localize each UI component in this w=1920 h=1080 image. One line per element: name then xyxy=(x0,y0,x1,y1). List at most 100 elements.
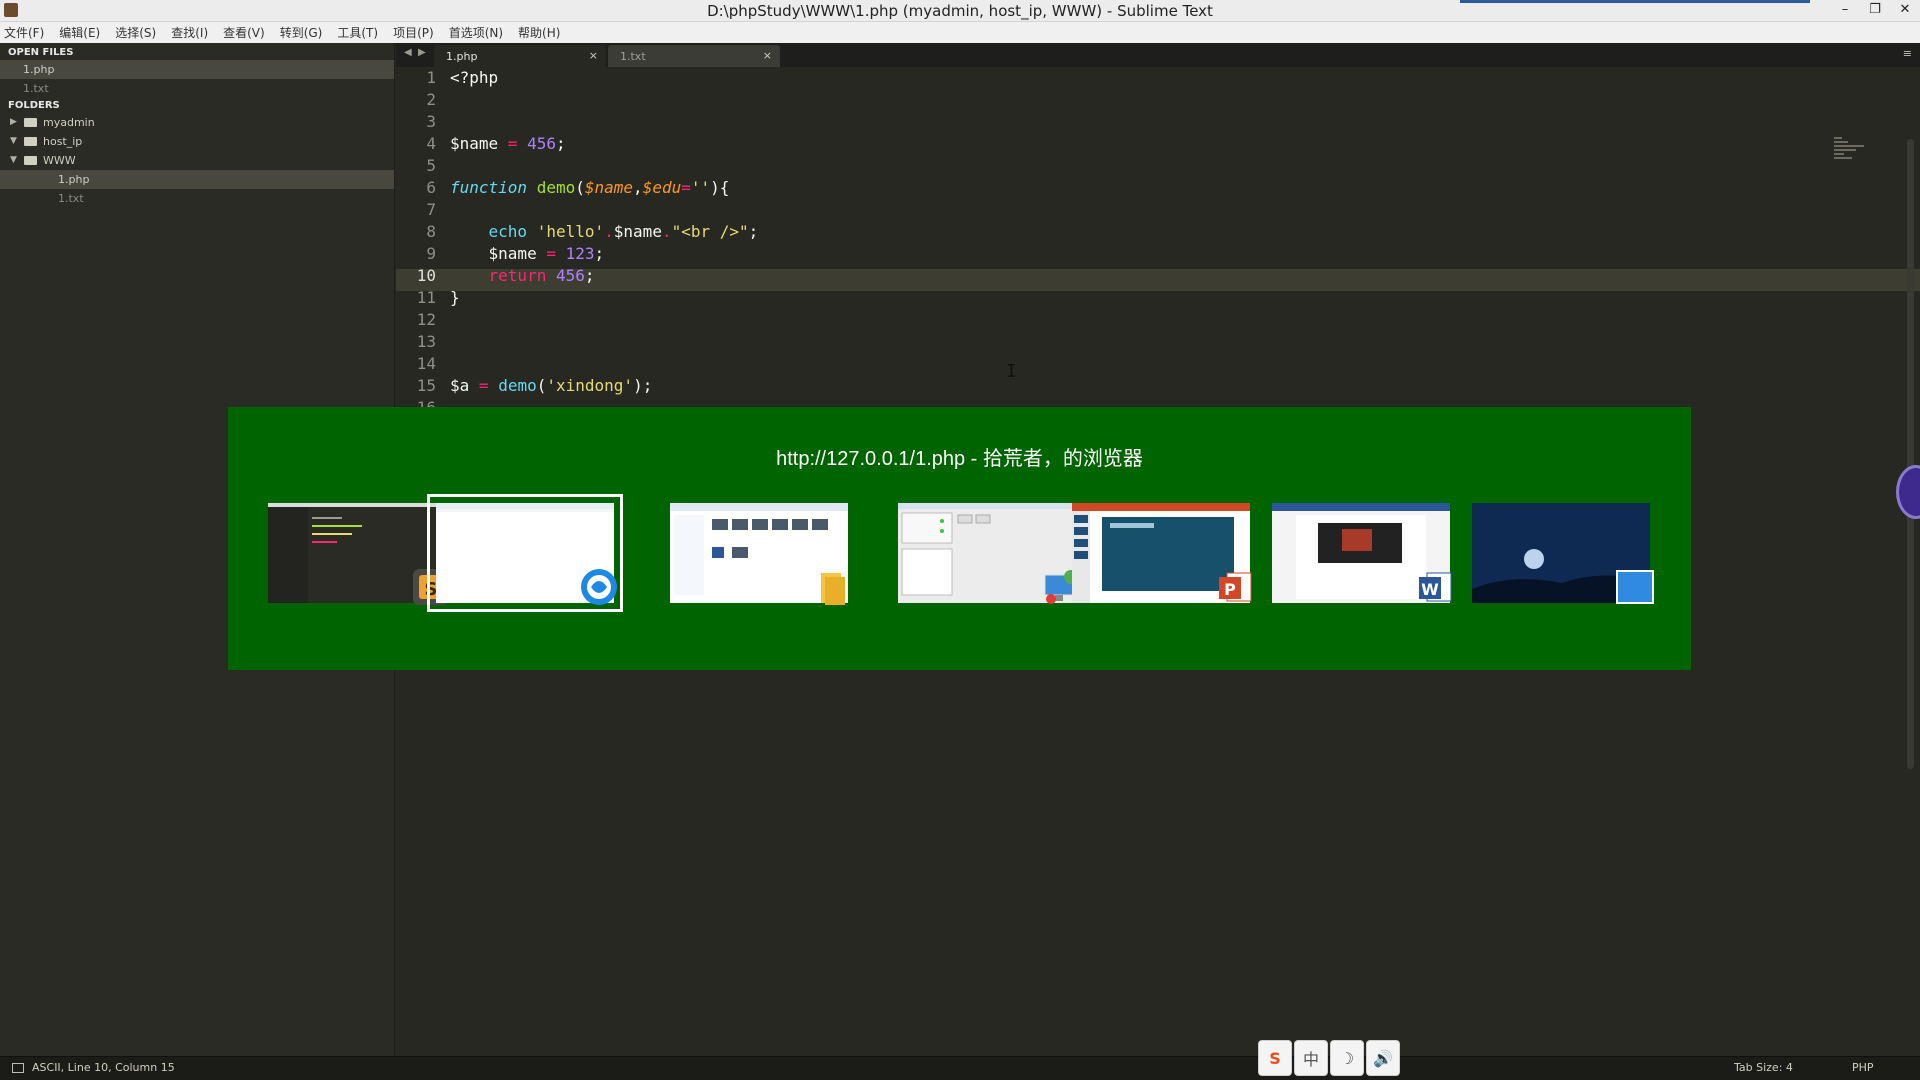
code-token: 'xindong' xyxy=(546,376,634,395)
folder-item-host-ip[interactable]: ▼ host_ip xyxy=(0,132,394,151)
code-line: $name = 123; xyxy=(450,243,605,265)
switcher-window-phpstudy[interactable] xyxy=(898,503,1078,604)
expand-arrow-icon[interactable]: ▶ xyxy=(10,113,17,132)
chinese-mode-toggle[interactable]: 中 xyxy=(1294,1040,1328,1076)
menu-find[interactable]: 查找(I) xyxy=(171,24,208,41)
menu-tools[interactable]: 工具(T) xyxy=(337,24,378,41)
menu-file[interactable]: 文件(F) xyxy=(4,24,44,41)
folder-open-icon xyxy=(24,156,37,165)
minimize-button[interactable]: – xyxy=(1830,0,1860,22)
menu-view[interactable]: 查看(V) xyxy=(223,24,265,41)
code-token: ); xyxy=(633,376,653,395)
menu-edit[interactable]: 编辑(E) xyxy=(59,24,100,41)
file-item[interactable]: 1.php xyxy=(0,170,394,189)
switcher-window-explorer[interactable] xyxy=(670,503,848,605)
code-token: '' xyxy=(690,178,711,197)
switcher-window-browser[interactable] xyxy=(427,494,623,612)
tab-size-indicator[interactable]: Tab Size: 4 xyxy=(1734,1061,1793,1074)
file-item[interactable]: 1.txt xyxy=(0,189,394,208)
line-number: 2 xyxy=(426,90,436,109)
code-token: return xyxy=(488,266,547,285)
switcher-window-word[interactable]: W xyxy=(1272,503,1452,603)
menu-project[interactable]: 项目(P) xyxy=(393,24,434,41)
word-icon: W xyxy=(1419,572,1452,602)
tab-close-icon[interactable]: × xyxy=(763,49,772,62)
code-token: $name xyxy=(488,244,547,263)
code-line: echo 'hello'.$name."<br />"; xyxy=(450,221,759,243)
code-token: } xyxy=(450,288,460,307)
line-number: 3 xyxy=(426,112,436,131)
line-number: 13 xyxy=(416,332,436,351)
menu-goto[interactable]: 转到(G) xyxy=(280,24,323,41)
code-token: $name xyxy=(450,134,508,153)
vertical-scrollbar[interactable] xyxy=(1907,139,1914,769)
code-line: } xyxy=(450,287,460,309)
window-controls: – ❐ ✕ xyxy=(1830,0,1920,22)
desktop-icon xyxy=(1616,570,1654,604)
svg-text:W: W xyxy=(1421,580,1439,599)
switcher-window-sublime[interactable]: S xyxy=(268,503,449,605)
status-bar: ASCII, Line 10, Column 15 Tab Size: 4 PH… xyxy=(0,1056,1920,1080)
open-file-label: 1.php xyxy=(23,63,55,76)
folder-label: WWW xyxy=(43,154,76,167)
folder-open-icon xyxy=(24,137,37,146)
folder-icon xyxy=(24,118,37,127)
open-files-header: OPEN FILES xyxy=(8,47,74,58)
menu-help[interactable]: 帮助(H) xyxy=(518,24,560,41)
panel-toggle-icon[interactable] xyxy=(12,1063,24,1073)
tab-close-icon[interactable]: × xyxy=(589,49,598,62)
restore-button[interactable]: ❐ xyxy=(1860,0,1890,22)
menu-bar: 文件(F) 编辑(E) 选择(S) 查找(I) 查看(V) 转到(G) 工具(T… xyxy=(0,22,1920,43)
task-switcher: http://127.0.0.1/1.php - 拾荒者，的浏览器 S P W xyxy=(228,407,1691,670)
close-button[interactable]: ✕ xyxy=(1890,0,1920,22)
line-number: 5 xyxy=(426,156,436,175)
tab-forward-icon[interactable]: ▶ xyxy=(418,47,426,58)
speaker-icon[interactable]: 🔊 xyxy=(1366,1040,1400,1076)
folder-item-www[interactable]: ▼ WWW xyxy=(0,151,394,170)
collapse-arrow-icon[interactable]: ▼ xyxy=(10,151,17,170)
punctuation-moon-icon[interactable]: ☽ xyxy=(1330,1040,1364,1076)
syntax-indicator[interactable]: PHP xyxy=(1852,1061,1874,1074)
folder-item-myadmin[interactable]: ▶ myadmin xyxy=(0,113,394,132)
code-line: $name = 456; xyxy=(450,133,566,155)
sogou-browser-icon xyxy=(581,569,617,605)
tab-menu-icon[interactable]: ≡ xyxy=(1903,47,1912,60)
switcher-window-desktop[interactable] xyxy=(1472,503,1654,604)
tab-label: 1.txt xyxy=(620,50,646,63)
tab-1-php[interactable]: 1.php × xyxy=(434,45,606,67)
code-token: . xyxy=(661,222,672,241)
code-token: function xyxy=(450,178,528,197)
menu-selection[interactable]: 选择(S) xyxy=(115,24,156,41)
switcher-window-powerpoint[interactable]: P xyxy=(1072,503,1252,603)
tab-1-txt[interactable]: 1.txt × xyxy=(608,45,780,67)
collapse-arrow-icon[interactable]: ▼ xyxy=(10,132,17,151)
code-token: = xyxy=(681,178,691,197)
window-title: D:\phpStudy\WWW\1.php (myadmin, host_ip,… xyxy=(707,2,1213,20)
menu-preferences[interactable]: 首选项(N) xyxy=(449,24,503,41)
line-number: 15 xyxy=(416,376,436,395)
file-explorer-icon xyxy=(821,573,845,605)
sogou-ime-icon[interactable]: S xyxy=(1258,1040,1292,1076)
folder-label: host_ip xyxy=(43,135,83,148)
code-token: demo xyxy=(498,376,537,395)
code-token: ( xyxy=(575,178,585,197)
code-token: ( xyxy=(536,376,547,395)
code-token: ){ xyxy=(710,178,730,197)
code-token: $name xyxy=(613,222,662,241)
code-token: ; xyxy=(584,266,595,285)
open-file-item[interactable]: 1.php xyxy=(0,60,394,79)
minimap[interactable] xyxy=(1834,137,1870,177)
open-file-item[interactable]: 1.txt xyxy=(0,79,394,98)
line-number: 11 xyxy=(416,288,436,307)
open-file-label: 1.txt xyxy=(23,82,49,95)
tab-back-icon[interactable]: ◀ xyxy=(404,47,412,58)
line-number: 6 xyxy=(426,178,436,197)
tab-label: 1.php xyxy=(446,50,478,63)
code-token: $edu xyxy=(642,178,682,197)
code-token: 'hello' xyxy=(536,222,605,241)
ibeam-cursor-icon: I xyxy=(1006,361,1017,382)
line-number: 8 xyxy=(426,222,436,241)
